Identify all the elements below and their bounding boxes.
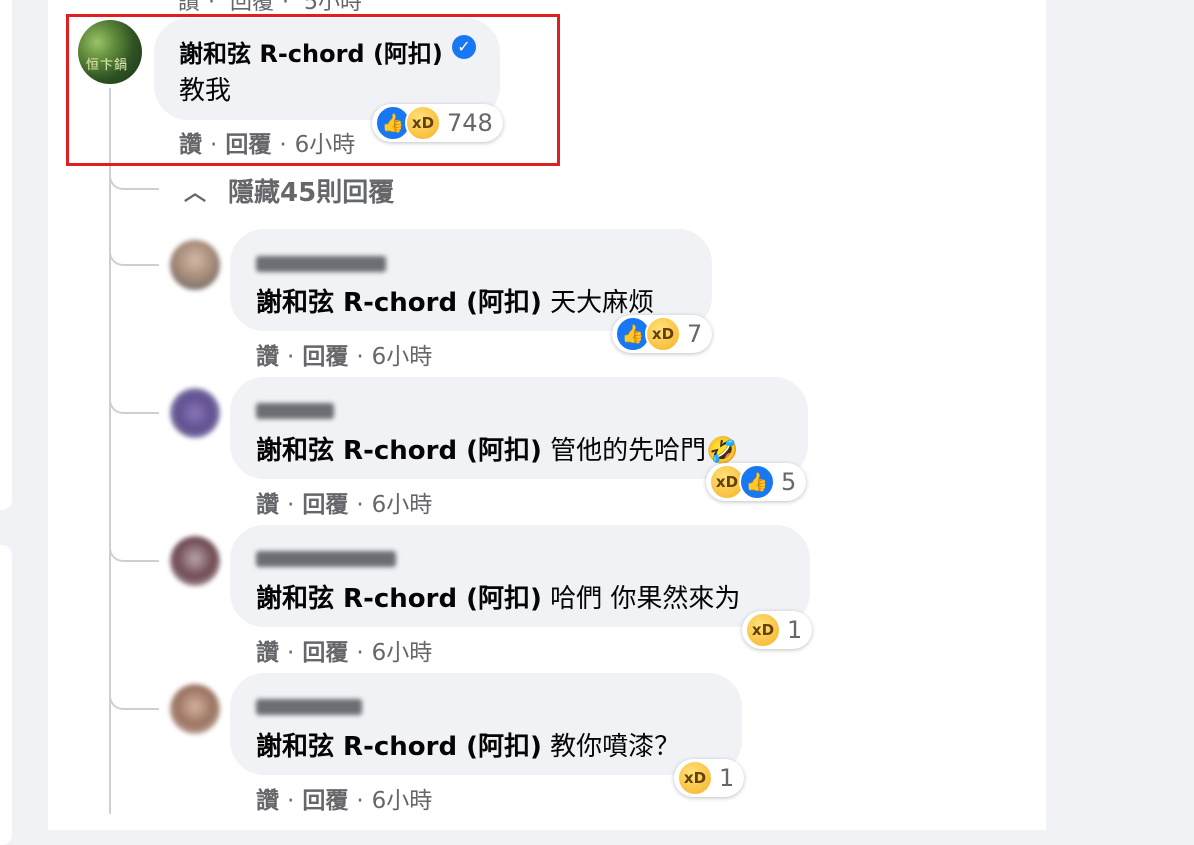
thread-connector (109, 382, 159, 414)
comment-text: 謝和弦 R-chord (阿扣) 哈們 你果然來为 (256, 578, 740, 615)
comment-body: 教你噴漆？ (541, 732, 681, 762)
left-column-card (0, 0, 12, 510)
blurred-author-name[interactable] (256, 403, 334, 419)
hide-replies-label: 隱藏45則回覆 (228, 178, 395, 208)
blurred-author-name[interactable] (256, 551, 396, 567)
thread-connector (109, 234, 159, 266)
like-action[interactable]: 讚 (256, 344, 279, 370)
haha-reaction-icon: xD (745, 612, 781, 648)
reaction-summary[interactable]: 👍 xD 7 (612, 315, 713, 353)
reaction-summary[interactable]: xD 👍 5 (706, 463, 807, 501)
timestamp[interactable]: 5小時 (304, 0, 362, 15)
like-action[interactable]: 讚 (256, 788, 279, 814)
thread-connector (109, 678, 159, 710)
comment-text: 謝和弦 R-chord (阿扣) 教你噴漆？ (256, 726, 680, 763)
left-column-card (0, 545, 12, 845)
reply-action[interactable]: 回覆 (302, 344, 348, 370)
mention-tag[interactable]: 謝和弦 R-chord (阿扣) (256, 436, 542, 466)
timestamp[interactable]: 6小時 (372, 344, 433, 370)
comment-actions: 讚 · 回覆 · 6小時 (256, 344, 433, 370)
comment-text: 謝和弦 R-chord (阿扣) 管他的先哈門🤣 (256, 430, 739, 467)
thread-connector (109, 530, 159, 562)
reaction-count: 1 (719, 764, 735, 792)
like-action[interactable]: 讚 (256, 492, 279, 518)
reply-action[interactable]: 回覆 (230, 0, 274, 15)
hide-replies-button[interactable]: ︿ 隱藏45則回覆 (184, 172, 394, 209)
avatar[interactable] (170, 388, 220, 438)
timestamp[interactable]: 6小時 (372, 492, 433, 518)
highlight-box (66, 14, 560, 166)
reply-action[interactable]: 回覆 (302, 492, 348, 518)
haha-reaction-icon: xD (677, 760, 713, 796)
timestamp[interactable]: 6小時 (372, 788, 433, 814)
comment-body: 天大麻烦 (541, 288, 655, 318)
mention-tag[interactable]: 謝和弦 R-chord (阿扣) (256, 584, 542, 614)
reaction-summary[interactable]: xD 1 (742, 611, 813, 649)
blurred-author-name[interactable] (256, 699, 362, 715)
haha-reaction-icon: xD (645, 316, 681, 352)
reply-action[interactable]: 回覆 (302, 788, 348, 814)
timestamp[interactable]: 6小時 (372, 640, 433, 666)
avatar[interactable] (170, 536, 220, 586)
mention-tag[interactable]: 謝和弦 R-chord (阿扣) (256, 732, 542, 762)
reaction-count: 7 (687, 320, 703, 348)
thread-line (109, 88, 111, 814)
comment-actions: 讚 · 回覆 · 6小時 (256, 788, 433, 814)
blurred-author-name[interactable] (256, 256, 386, 272)
like-action[interactable]: 讚 (256, 640, 279, 666)
reaction-count: 5 (781, 468, 797, 496)
chevron-up-icon: ︿ (184, 180, 207, 206)
comment-body: 管他的先哈門🤣 (541, 436, 739, 466)
comment-text: 謝和弦 R-chord (阿扣) 天大麻烦 (256, 282, 654, 319)
comment-actions: 讚 · 回覆 · 6小時 (256, 640, 433, 666)
avatar[interactable] (170, 684, 220, 734)
reaction-count: 1 (787, 616, 803, 644)
reply-action[interactable]: 回覆 (302, 640, 348, 666)
like-reaction-icon: 👍 (739, 464, 775, 500)
comment-body: 哈們 你果然來为 (541, 584, 741, 614)
comment-actions: 讚 · 回覆 · 6小時 (256, 492, 433, 518)
mention-tag[interactable]: 謝和弦 R-chord (阿扣) (256, 288, 542, 318)
reaction-summary[interactable]: xD 1 (674, 759, 745, 797)
avatar[interactable] (170, 240, 220, 290)
like-action[interactable]: 讚 (178, 0, 200, 15)
